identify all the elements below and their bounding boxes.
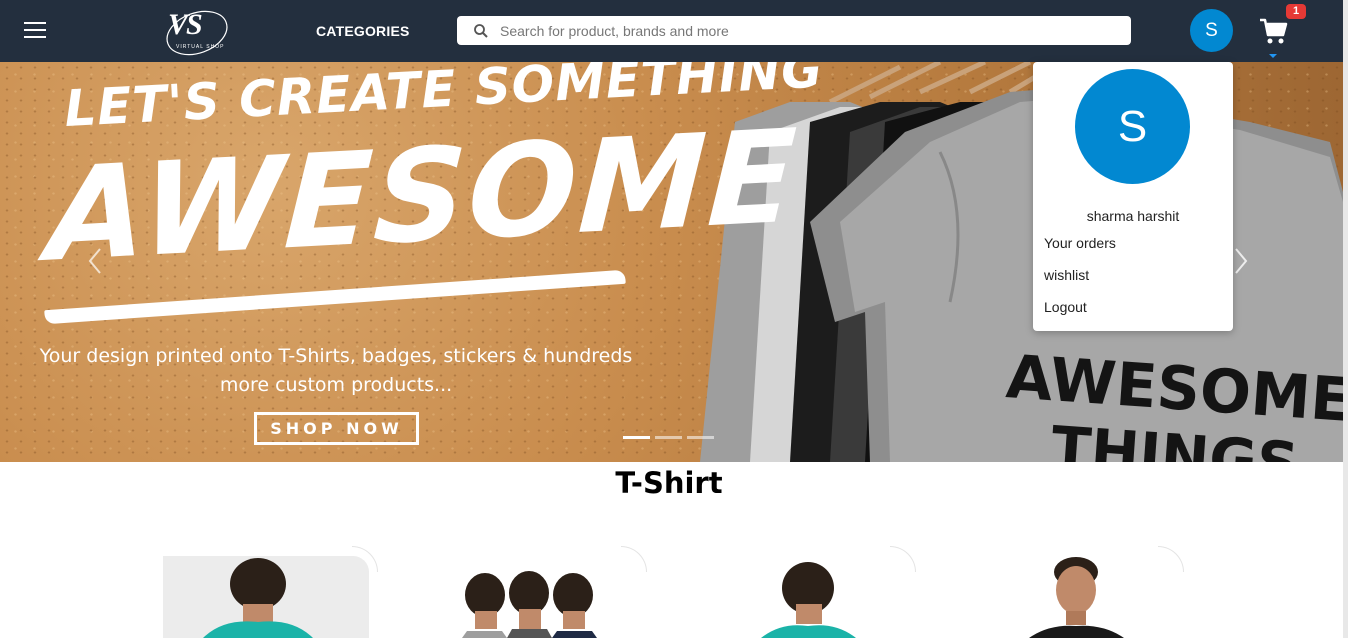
- carousel-indicator-3[interactable]: [687, 436, 714, 439]
- dropdown-avatar: S: [1075, 69, 1190, 184]
- top-navbar: VS VIRTUAL SHOP CATEGORIES S 1: [0, 0, 1343, 62]
- cart-icon[interactable]: [1258, 16, 1288, 46]
- wishlist-link[interactable]: wishlist: [1044, 267, 1089, 283]
- user-avatar-button[interactable]: S: [1190, 9, 1233, 52]
- shop-now-button[interactable]: SHOP NOW: [254, 412, 419, 445]
- product-card[interactable]: [696, 546, 916, 638]
- logo[interactable]: VS VIRTUAL SHOP: [162, 6, 232, 56]
- product-image[interactable]: [1014, 556, 1134, 638]
- section-title: T-Shirt: [615, 466, 723, 500]
- menu-icon[interactable]: [24, 22, 46, 40]
- search-bar[interactable]: [457, 16, 1131, 45]
- search-icon: [474, 24, 488, 38]
- carousel-indicator-1[interactable]: [623, 436, 650, 439]
- product-image[interactable]: [163, 556, 369, 638]
- product-image[interactable]: [457, 571, 607, 638]
- your-orders-link[interactable]: Your orders: [1044, 235, 1116, 251]
- product-card[interactable]: [427, 546, 647, 638]
- carousel-indicator-2[interactable]: [655, 436, 682, 439]
- carousel-prev-icon[interactable]: [86, 247, 104, 275]
- scrollbar[interactable]: [1343, 0, 1348, 638]
- product-image[interactable]: [746, 560, 866, 638]
- cart-count-badge: 1: [1286, 4, 1306, 19]
- logout-link[interactable]: Logout: [1044, 299, 1087, 315]
- categories-link[interactable]: CATEGORIES: [316, 23, 410, 39]
- user-name: sharma harshit: [1086, 208, 1180, 224]
- product-card[interactable]: [158, 546, 378, 638]
- carousel-next-icon[interactable]: [1232, 247, 1250, 275]
- hero-subtitle: Your design printed onto T-Shirts, badge…: [39, 345, 633, 396]
- dropdown-caret-icon: [1269, 54, 1277, 58]
- logo-text: VS: [168, 8, 203, 41]
- product-card[interactable]: [964, 546, 1184, 638]
- search-input[interactable]: [500, 20, 1100, 41]
- user-dropdown-menu: S sharma harshit Your orders wishlist Lo…: [1033, 62, 1233, 331]
- logo-subtext: VIRTUAL SHOP: [176, 44, 225, 50]
- page: VS VIRTUAL SHOP CATEGORIES S 1: [0, 0, 1348, 638]
